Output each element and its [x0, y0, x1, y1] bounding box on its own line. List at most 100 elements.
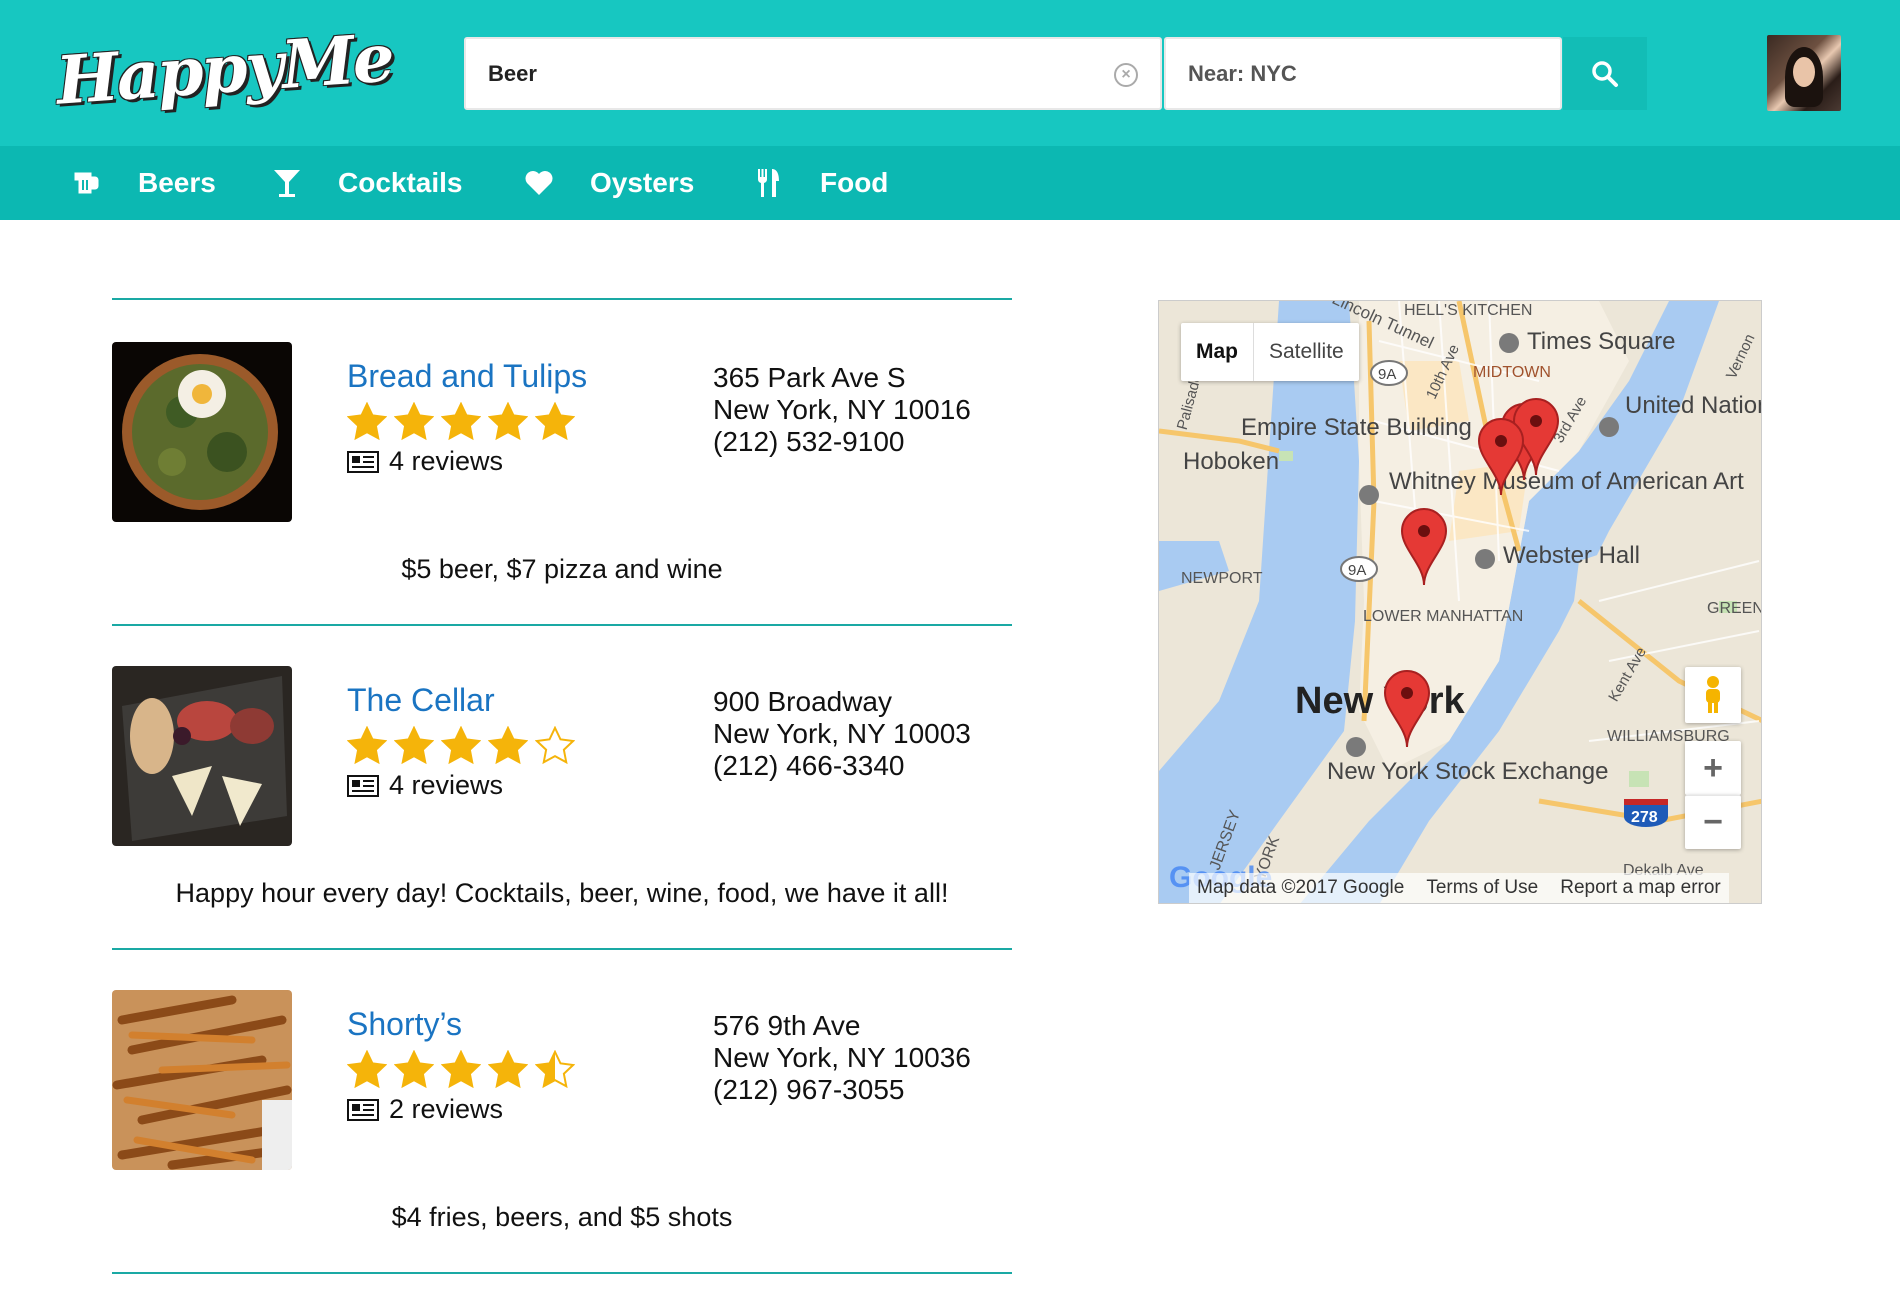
- star-half-icon: [535, 1050, 575, 1089]
- nav-item-cocktails[interactable]: Cocktails: [270, 146, 463, 220]
- beer-icon: [70, 166, 104, 200]
- nav-item-oysters[interactable]: Oysters: [522, 146, 694, 220]
- map-label-midtown: MIDTOWN: [1473, 364, 1551, 381]
- map-label-empire-state: Empire State Building: [1241, 414, 1472, 441]
- reviews-count[interactable]: 2 reviews: [347, 1094, 503, 1125]
- star-full-icon: [535, 402, 575, 441]
- map-label-newport: NEWPORT: [1181, 570, 1263, 587]
- star-full-icon: [347, 726, 387, 765]
- search-button[interactable]: [1563, 37, 1647, 110]
- cocktail-icon: [270, 166, 304, 200]
- reviews-label: 2 reviews: [389, 1094, 504, 1124]
- phone-number: (212) 967-3055: [713, 1074, 905, 1105]
- zoom-out-button[interactable]: −: [1685, 795, 1741, 849]
- route-9a-shield: 9A: [1340, 556, 1378, 582]
- restaurant-name-link[interactable]: The Cellar: [347, 682, 495, 719]
- poi-icon[interactable]: [1499, 333, 1519, 353]
- address-city: New York, NY 10016: [713, 394, 971, 425]
- address-street: 576 9th Ave: [713, 1010, 861, 1041]
- result-divider: [112, 1272, 1012, 1274]
- result-card: Shorty’s 2 reviews 576 9th Ave New York,…: [112, 990, 1012, 1310]
- rating-stars: [347, 1050, 575, 1090]
- search-input[interactable]: [488, 39, 1044, 108]
- newspaper-icon: [347, 1098, 379, 1121]
- address-street: 365 Park Ave S: [713, 362, 906, 393]
- star-full-icon: [441, 1050, 481, 1089]
- interstate-278-shield: 278: [1624, 799, 1668, 827]
- reviews-count[interactable]: 4 reviews: [347, 770, 503, 801]
- map-label-stock-exchange: New York Stock Exchange: [1327, 758, 1609, 785]
- phone-number: (212) 532-9100: [713, 426, 905, 457]
- restaurant-name-link[interactable]: Bread and Tulips: [347, 358, 587, 395]
- route-9a-shield: 9A: [1370, 360, 1408, 386]
- star-full-icon: [488, 726, 528, 765]
- heart-icon: [522, 166, 556, 200]
- zoom-in-button[interactable]: +: [1685, 741, 1741, 795]
- map-footer: Map data ©2017 Google Terms of Use Repor…: [1189, 873, 1729, 903]
- poi-icon[interactable]: [1475, 549, 1495, 569]
- avatar-face: [1793, 57, 1815, 87]
- deal-description: $5 beer, $7 pizza and wine: [401, 554, 723, 584]
- map-label-un: United Nations Headquarters: [1625, 392, 1762, 419]
- pegman-button[interactable]: [1685, 667, 1741, 723]
- star-full-icon: [488, 402, 528, 441]
- results-map[interactable]: HELL'S KITCHEN Times Square MIDTOWN Unit…: [1158, 300, 1762, 904]
- restaurant-address: 900 Broadway New York, NY 10003 (212) 46…: [713, 686, 971, 782]
- map-type-satellite-button[interactable]: Satellite: [1254, 323, 1359, 381]
- nav-label-beers: Beers: [138, 167, 216, 198]
- poi-icon[interactable]: [1346, 737, 1366, 757]
- newspaper-icon: [347, 774, 379, 797]
- result-divider: [112, 298, 1012, 300]
- map-label-greenpoint: GREEN: [1707, 600, 1762, 617]
- deal-description: $4 fries, beers, and $5 shots: [391, 1202, 733, 1232]
- star-full-icon: [394, 1050, 434, 1089]
- star-full-icon: [394, 726, 434, 765]
- restaurant-address: 365 Park Ave S New York, NY 10016 (212) …: [713, 362, 971, 458]
- star-full-icon: [488, 1050, 528, 1089]
- location-input[interactable]: [1188, 39, 1504, 108]
- newspaper-icon: [347, 450, 379, 473]
- address-street: 900 Broadway: [713, 686, 893, 717]
- restaurant-address: 576 9th Ave New York, NY 10036 (212) 967…: [713, 1010, 971, 1106]
- star-full-icon: [441, 402, 481, 441]
- result-photo-fries[interactable]: [112, 990, 292, 1170]
- reviews-count[interactable]: 4 reviews: [347, 446, 503, 477]
- poi-icon[interactable]: [1599, 417, 1619, 437]
- search-icon: [1592, 60, 1618, 87]
- map-type-map-button[interactable]: Map: [1181, 323, 1254, 381]
- result-divider: [112, 624, 1012, 626]
- address-city: New York, NY 10003: [713, 718, 971, 749]
- nav-item-food[interactable]: Food: [752, 146, 888, 220]
- nav-item-beers[interactable]: Beers: [70, 146, 216, 220]
- search-field[interactable]: ×: [464, 37, 1162, 110]
- star-full-icon: [347, 402, 387, 441]
- rating-stars: [347, 726, 575, 766]
- nav-label-cocktails: Cocktails: [338, 167, 463, 198]
- phone-number: (212) 466-3340: [713, 750, 905, 781]
- terms-of-use-link[interactable]: Terms of Use: [1426, 877, 1538, 899]
- result-photo-charcuterie[interactable]: [112, 666, 292, 846]
- map-label-lower-manhattan: LOWER MANHATTAN: [1363, 608, 1523, 625]
- result-divider: [112, 948, 1012, 950]
- happyme-logo[interactable]: HappyMe: [54, 18, 395, 119]
- result-card: The Cellar 4 reviews 900 Broadway New Yo…: [112, 666, 1012, 986]
- utensils-icon: [752, 166, 786, 200]
- poi-icon[interactable]: [1359, 485, 1379, 505]
- star-full-icon: [441, 726, 481, 765]
- restaurant-name-link[interactable]: Shorty’s: [347, 1006, 462, 1043]
- address-city: New York, NY 10036: [713, 1042, 971, 1073]
- map-label-webster-hall: Webster Hall: [1503, 542, 1640, 569]
- location-field[interactable]: [1164, 37, 1562, 110]
- map-label-whitney: Whitney Museum of American Art: [1389, 468, 1744, 495]
- nav-label-oysters: Oysters: [590, 167, 695, 198]
- clear-search-icon[interactable]: ×: [1114, 63, 1138, 87]
- nav-label-food: Food: [820, 167, 889, 198]
- app-header: HappyMe ×: [0, 0, 1900, 146]
- svg-text:9A: 9A: [1348, 562, 1366, 579]
- user-avatar[interactable]: [1767, 35, 1841, 111]
- map-label-times-square: Times Square: [1527, 328, 1676, 355]
- map-canvas[interactable]: HELL'S KITCHEN Times Square MIDTOWN Unit…: [1159, 301, 1762, 904]
- report-map-error-link[interactable]: Report a map error: [1560, 877, 1721, 899]
- result-photo-pizza[interactable]: [112, 342, 292, 522]
- map-label-hoboken: Hoboken: [1183, 448, 1279, 475]
